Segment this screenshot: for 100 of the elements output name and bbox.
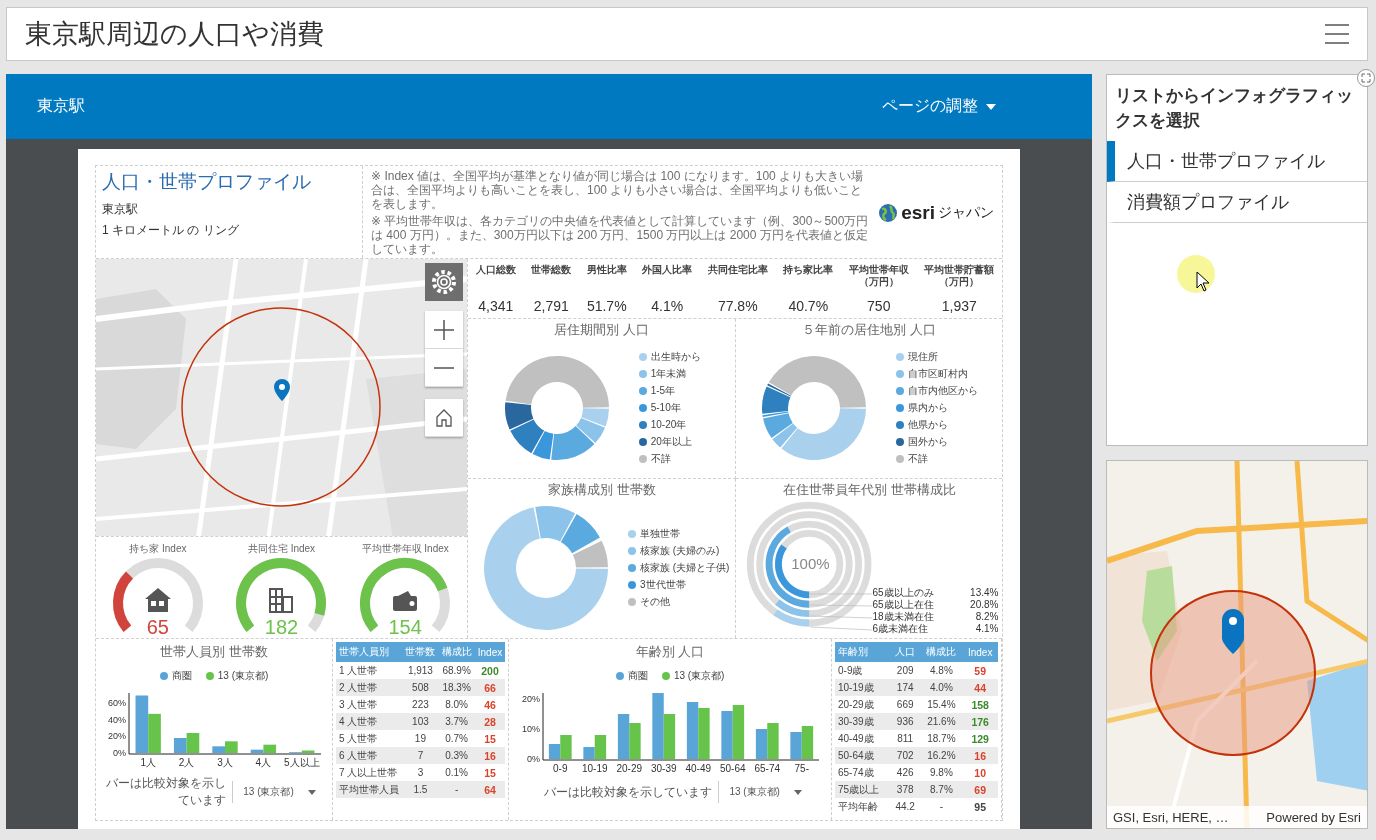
table-cell: 3 xyxy=(402,764,439,781)
axis-label: 0% xyxy=(113,748,126,758)
column-header: 構成比 xyxy=(438,642,475,662)
area-label: 1 キロメートル の リング xyxy=(102,222,240,239)
gauge-label: 持ち家 Index xyxy=(129,542,187,556)
stat-value: 77.8% xyxy=(717,298,758,314)
stat-label: 外国人比率 xyxy=(642,263,693,276)
axis-label: 4人 xyxy=(255,757,272,768)
legend-label: 5-10年 xyxy=(650,401,681,416)
stat-label: 持ち家比率 xyxy=(783,263,834,276)
table-cell: 15 xyxy=(474,730,506,747)
legend-label: 20年以上 xyxy=(650,435,692,450)
column-header: Index xyxy=(962,642,998,662)
stat-value: 51.7% xyxy=(586,298,627,314)
table-cell: 209 xyxy=(890,662,921,679)
column-header: 年齢別 xyxy=(835,642,890,662)
legend-value: 13.4% xyxy=(970,586,999,599)
gauge-value: 154 xyxy=(387,616,423,638)
stat-unit: （万円） xyxy=(939,276,980,288)
table-cell: 16 xyxy=(962,747,998,764)
table-cell: 4.0% xyxy=(920,679,963,696)
legend-label: 3世代世帯 xyxy=(640,578,686,593)
column-header: 構成比 xyxy=(920,642,963,662)
app-title: 東京駅周辺の人口や消費 xyxy=(25,18,324,51)
center-value: 100% xyxy=(790,554,831,572)
table-cell: 702 xyxy=(890,747,921,764)
list-title: リストからインフォグラフィックスを選択 xyxy=(1114,85,1354,131)
table-cell: 95 xyxy=(962,798,998,815)
table-cell: 10 xyxy=(962,764,998,781)
legend-label: 国外から xyxy=(908,435,949,450)
chart-title: 年齢別 人口 xyxy=(635,643,705,661)
table-cell: 0-9歳 xyxy=(835,662,890,679)
axis-label: 10-19 xyxy=(582,763,608,774)
legend-label: 自市区町村内 xyxy=(908,367,969,382)
column-header: 世帯人員別 xyxy=(336,642,403,662)
table-cell: - xyxy=(920,798,963,815)
chart-title: ５年前の居住地別 人口 xyxy=(802,321,937,339)
stat-label: 平均世帯年収 xyxy=(848,263,909,276)
table-cell: 20-29歳 xyxy=(835,696,890,713)
table-cell: 18.3% xyxy=(438,679,475,696)
legend-label: 出生時から xyxy=(650,350,701,365)
table-cell: 6 人世帯 xyxy=(336,747,403,764)
list-item[interactable]: 人口・世帯プロファイル xyxy=(1107,140,1367,182)
table-cell: 64 xyxy=(474,781,506,798)
table-cell: 46 xyxy=(474,696,506,713)
axis-label: 30-39 xyxy=(651,763,677,774)
legend-label: 13 (東京都) xyxy=(673,669,725,683)
axis-label: 3人 xyxy=(217,757,233,768)
table-cell: 30-39歳 xyxy=(835,713,890,730)
table-cell: 平均世帯人員 xyxy=(336,781,403,798)
table-cell: 18.7% xyxy=(920,730,963,747)
table-cell: 426 xyxy=(890,764,921,781)
table-cell: 9.8% xyxy=(920,764,963,781)
table-cell: 378 xyxy=(890,781,921,798)
legend-label: 不詳 xyxy=(908,452,929,467)
legend-label: 単独世帯 xyxy=(640,527,680,542)
stat-label: 平均世帯貯蓄額 xyxy=(924,263,995,276)
table-cell: 4.8% xyxy=(920,662,963,679)
table-cell: 44.2 xyxy=(890,798,921,815)
table-cell: 21.6% xyxy=(920,713,963,730)
table-cell: 1.5 xyxy=(402,781,439,798)
stat-value: 750 xyxy=(867,298,891,314)
legend-label: 核家族 (夫婦のみ) xyxy=(640,544,720,559)
stat-label: 人口総数 xyxy=(475,263,516,276)
table-cell: 2 人世帯 xyxy=(336,679,403,696)
page-adjust-menu[interactable]: ページの調整 xyxy=(882,96,996,117)
column-header: Index xyxy=(474,642,506,662)
table-cell: 3 人世帯 xyxy=(336,696,403,713)
chart-title: 家族構成別 世帯数 xyxy=(547,480,656,499)
table-cell: 200 xyxy=(474,662,506,679)
chart-title: 在住世帯員年代別 世帯構成比 xyxy=(782,480,956,499)
table-cell: 1,913 xyxy=(402,662,439,679)
table-cell: 44 xyxy=(962,679,998,696)
table-cell: 15 xyxy=(474,764,506,781)
axis-label: 2人 xyxy=(178,757,195,768)
legend-value: 8.2% xyxy=(975,610,999,623)
table-cell: 68.9% xyxy=(438,662,475,679)
table-cell: 4 人世帯 xyxy=(336,713,403,730)
table-cell: 40-49歳 xyxy=(835,730,890,747)
legend-label: 65歳以上のみ xyxy=(872,586,934,599)
legend-label: 18歳未満在住 xyxy=(872,610,934,623)
place-name: 東京駅 xyxy=(102,201,139,218)
table-cell: 65-74歳 xyxy=(835,764,890,781)
column-header: 人口 xyxy=(890,642,921,662)
table-cell: 66 xyxy=(474,679,506,696)
gauge-value: 65 xyxy=(145,616,170,638)
table-cell: 10-19歳 xyxy=(835,679,890,696)
axis-label: 65-74 xyxy=(754,763,781,774)
axis-label: 40% xyxy=(108,714,126,725)
legend-label: 13 (東京都) xyxy=(217,669,269,683)
table-cell: 174 xyxy=(890,679,921,696)
table-cell: 15.4% xyxy=(920,696,963,713)
table-cell: 0.1% xyxy=(438,764,475,781)
axis-label: 20% xyxy=(522,694,541,704)
location-label: 東京駅 xyxy=(37,96,85,116)
legend-value: 4.1% xyxy=(975,622,999,635)
axis-label: 5人以上 xyxy=(284,757,320,768)
axis-label: 20-29 xyxy=(616,763,643,774)
axis-label: 0-9 xyxy=(553,763,568,774)
legend-label: 県内から xyxy=(908,401,949,416)
